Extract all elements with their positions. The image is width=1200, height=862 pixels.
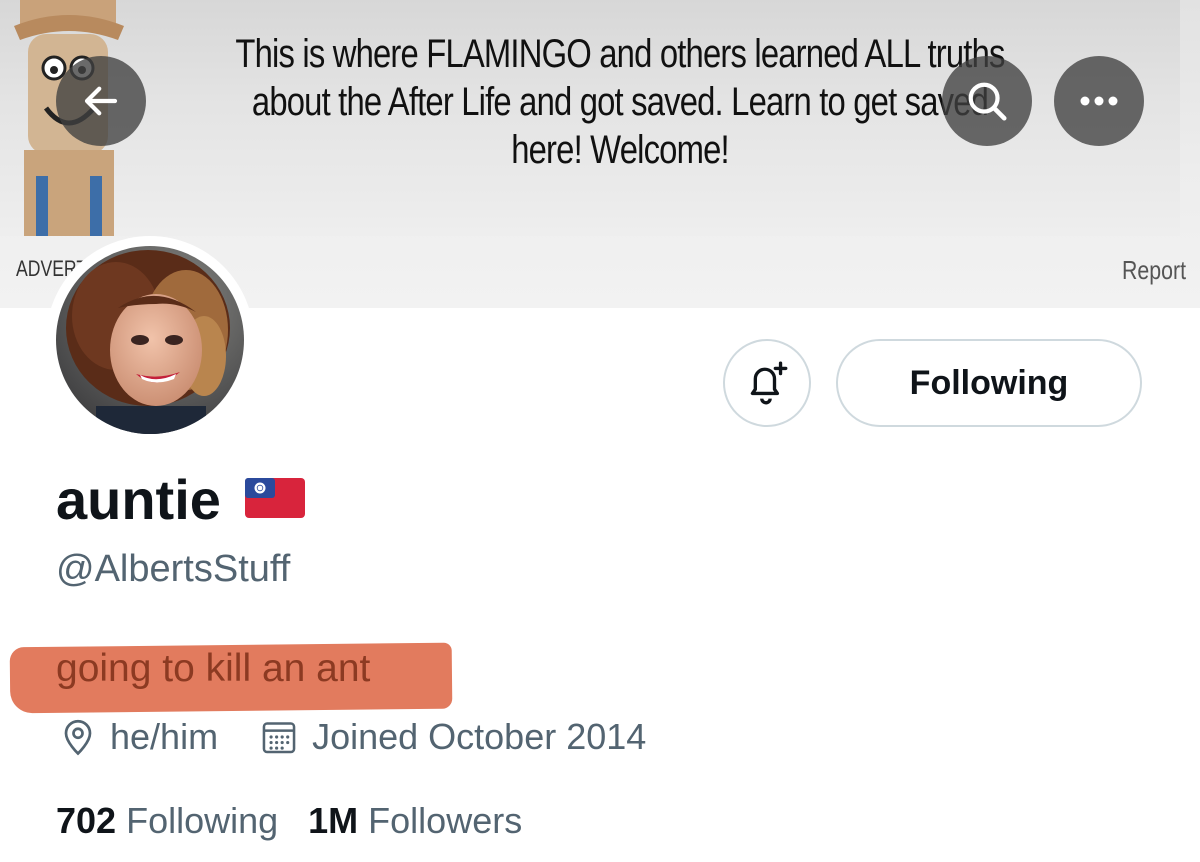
taiwan-flag-icon [244, 477, 305, 523]
profile-avatar[interactable] [46, 236, 254, 444]
avatar-photo [56, 246, 244, 434]
banner-report-link[interactable]: Report [1122, 255, 1186, 286]
followers-count: 1M [308, 800, 359, 841]
followers-label: Followers [368, 800, 523, 841]
following-button[interactable]: Following [836, 339, 1142, 427]
search-button[interactable] [942, 56, 1032, 146]
arrow-left-icon [84, 86, 118, 116]
location-text: he/him [110, 716, 219, 757]
follow-stats-row: 702 Following 1M Followers [56, 800, 522, 842]
more-horizontal-icon [1080, 96, 1118, 106]
followers-stat-link[interactable]: 1M Followers [308, 800, 522, 842]
notifications-button[interactable] [723, 339, 811, 427]
following-count: 702 [56, 800, 117, 841]
back-button[interactable] [56, 56, 146, 146]
bell-plus-icon [750, 361, 788, 405]
banner-ad-text: This is where FLAMINGO and others learne… [235, 32, 1005, 172]
joined-item: Joined October 2014 [260, 716, 646, 758]
following-stat-link[interactable]: 702 Following [56, 800, 278, 842]
display-name: auntie [56, 468, 221, 531]
calendar-icon [262, 722, 296, 754]
bio-text: going to kill an ant [56, 647, 371, 690]
more-options-button[interactable] [1054, 56, 1144, 146]
location-item: he/him [60, 716, 218, 758]
profile-meta-row: he/him Joined October 2014 [60, 716, 646, 758]
joined-date-text: Joined October 2014 [312, 716, 647, 757]
display-name-row: auntie [56, 468, 305, 532]
search-icon [968, 82, 1007, 121]
location-pin-icon [64, 719, 92, 756]
following-label: Following [126, 800, 279, 841]
user-handle: @AlbertsStuff [56, 548, 291, 590]
